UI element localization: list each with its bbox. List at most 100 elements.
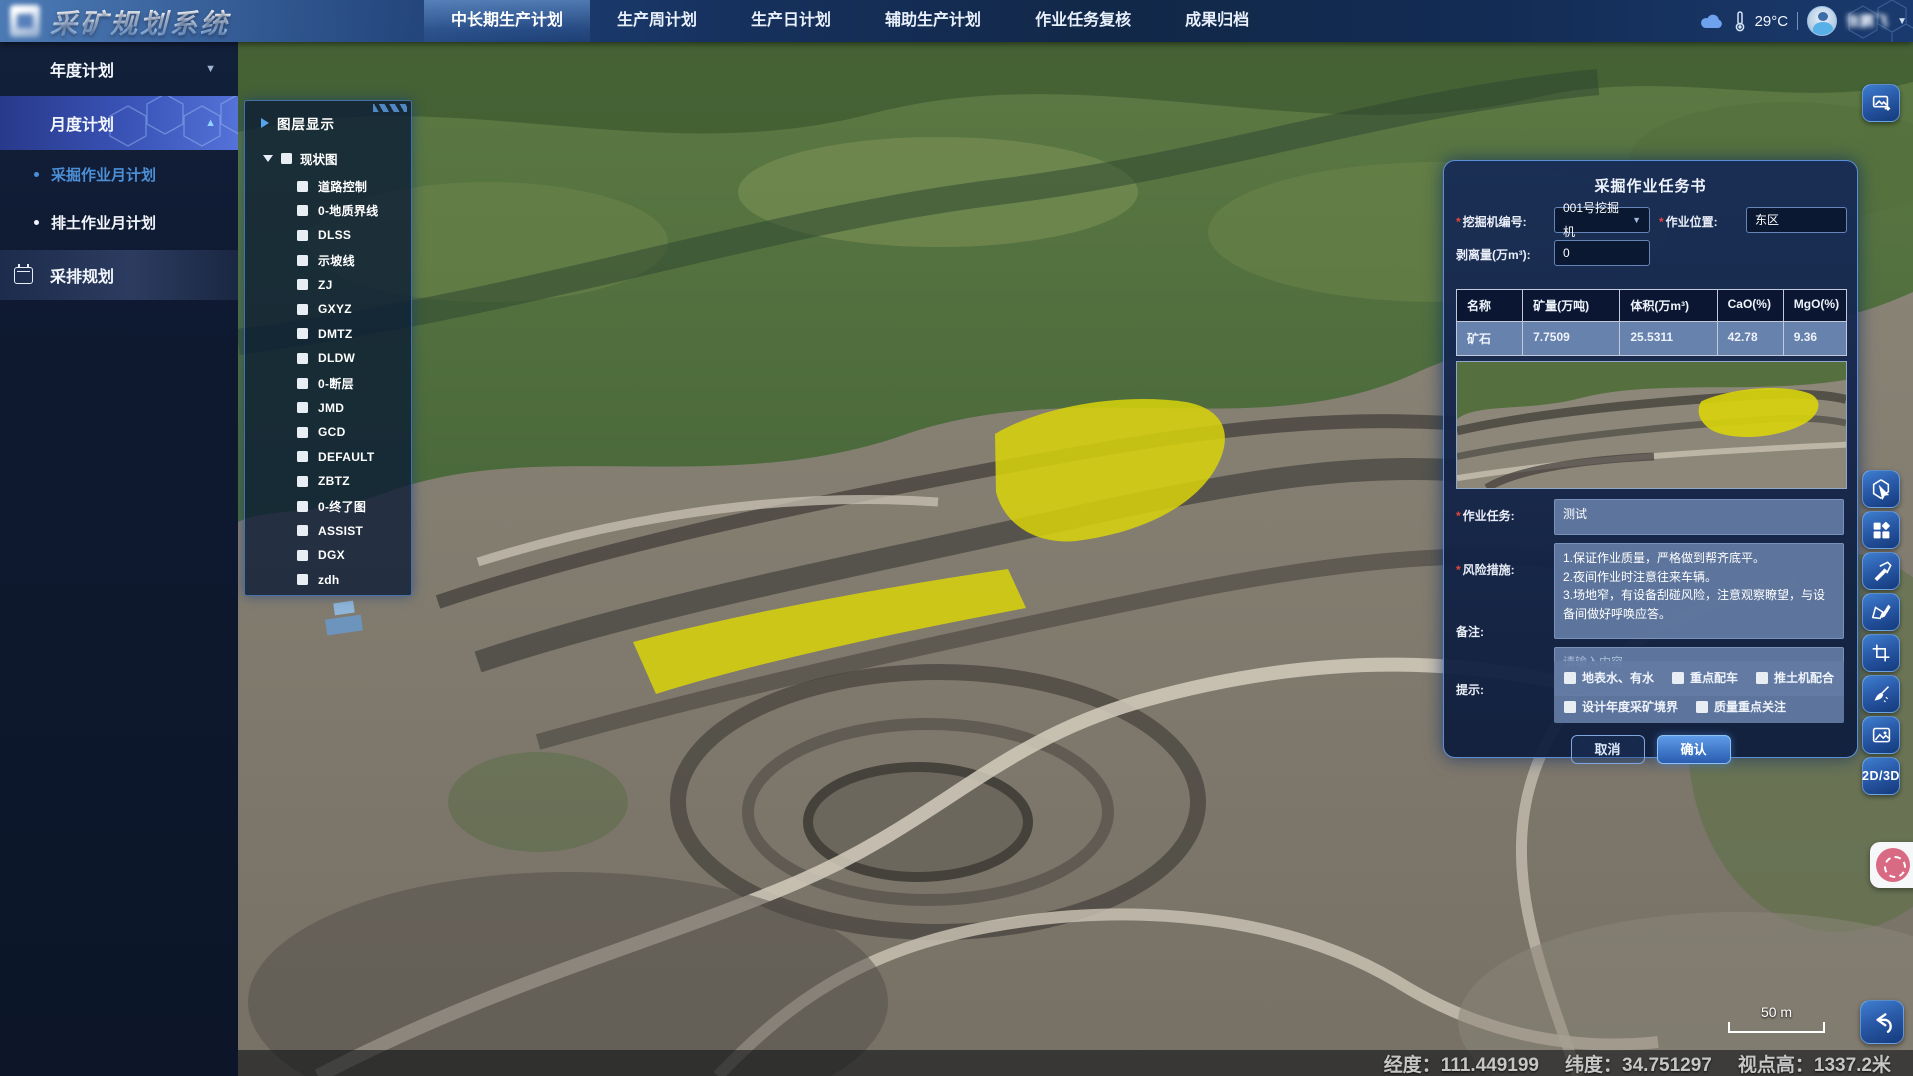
cell-ore-amount: 7.7509: [1523, 322, 1620, 355]
layer-item[interactable]: ZJ: [245, 272, 411, 297]
strip-volume-input[interactable]: 0: [1554, 240, 1650, 266]
tip-checkbox[interactable]: [1696, 701, 1708, 713]
clear-tool-button[interactable]: [1862, 675, 1900, 713]
compass-widget[interactable]: [1870, 842, 1913, 888]
layer-checkbox[interactable]: [297, 230, 308, 241]
layer-item[interactable]: ZBTZ: [245, 469, 411, 494]
layer-checkbox[interactable]: [297, 279, 308, 290]
excavator-label: *挖掘机编号:: [1456, 213, 1527, 230]
layer-item[interactable]: DMTZ: [245, 322, 411, 347]
tip-surface-water[interactable]: 地表水、有水: [1564, 669, 1654, 686]
tip-checkbox[interactable]: [1564, 672, 1576, 684]
location-input[interactable]: 东区: [1746, 207, 1847, 233]
select-3d-tool-button[interactable]: [1862, 470, 1900, 508]
toggle-2d3d-button[interactable]: 2D/3D: [1862, 757, 1900, 795]
tips-checkbox-group: 地表水、有水 重点配车 推土机配合 设计年度采矿境界 质量重点关注: [1554, 661, 1844, 723]
layer-item[interactable]: DLDW: [245, 346, 411, 371]
tip-key-truck[interactable]: 重点配车: [1672, 669, 1738, 686]
brand: 采矿规划系统: [10, 0, 236, 42]
layer-checkbox[interactable]: [297, 476, 308, 487]
imagery-tool-button[interactable]: [1862, 716, 1900, 754]
cancel-button[interactable]: 取消: [1571, 735, 1645, 764]
mining-planning-app: 采矿规划系统 中长期生产计划 生产周计划 生产日计划 辅助生产计划 作业任务复核…: [0, 0, 1913, 1076]
layer-item[interactable]: zdh: [245, 568, 411, 593]
layer-checkbox[interactable]: [297, 353, 308, 364]
blocks-tool-button[interactable]: [1862, 511, 1900, 549]
compass-disc-icon: [1876, 848, 1910, 882]
sidebar-item-annual-plan[interactable]: 年度计划 ▼: [0, 42, 238, 96]
layer-checkbox[interactable]: [297, 451, 308, 462]
layer-checkbox[interactable]: [297, 181, 308, 192]
layer-checkbox[interactable]: [297, 378, 308, 389]
scale-label: 50 m: [1728, 1004, 1825, 1020]
excavator-select[interactable]: 001号挖掘机 ▼: [1554, 207, 1650, 233]
user-name[interactable]: 张鹏飞: [1846, 11, 1888, 31]
layer-checkbox[interactable]: [297, 255, 308, 266]
tip-annual-boundary[interactable]: 设计年度采矿境界: [1564, 698, 1678, 715]
risk-textarea[interactable]: 1.保证作业质量，严格做到帮齐底平。 2.夜间作业时注意往来车辆。 3.场地窄，…: [1554, 543, 1844, 639]
tip-bulldozer[interactable]: 推土机配合: [1756, 669, 1834, 686]
sidebar-item-label: 排土作业月计划: [51, 212, 156, 233]
layer-item[interactable]: 示坡线: [245, 248, 411, 273]
layer-checkbox[interactable]: [297, 402, 308, 413]
layer-checkbox[interactable]: [297, 427, 308, 438]
layer-item[interactable]: 0-断层: [245, 371, 411, 396]
user-avatar[interactable]: [1807, 6, 1837, 36]
tab-midlongterm-plan[interactable]: 中长期生产计划: [424, 0, 590, 42]
crop-tool-button[interactable]: [1862, 634, 1900, 672]
layer-item[interactable]: DEFAULT: [245, 445, 411, 470]
table-header-row: 名称 矿量(万吨) 体积(万m³) CaO(%) MgO(%): [1457, 290, 1846, 322]
layer-item[interactable]: ASSIST: [245, 518, 411, 543]
table-row[interactable]: 矿石 7.7509 25.5311 42.78 9.36: [1457, 322, 1846, 355]
tab-archive[interactable]: 成果归档: [1158, 0, 1276, 42]
tip-checkbox[interactable]: [1564, 701, 1576, 713]
snapshot-export-button[interactable]: [1862, 84, 1900, 122]
col-header: 矿量(万吨): [1523, 290, 1620, 322]
layer-checkbox[interactable]: [297, 328, 308, 339]
layer-checkbox[interactable]: [297, 525, 308, 536]
layer-item[interactable]: JMD: [245, 395, 411, 420]
tip-quality-focus[interactable]: 质量重点关注: [1696, 698, 1786, 715]
task-label: *作业任务:: [1456, 507, 1515, 524]
layer-checkbox[interactable]: [297, 205, 308, 216]
sidebar-item-monthly-plan[interactable]: 月度计划 ▲: [0, 96, 238, 150]
draw-tool-button[interactable]: [1862, 552, 1900, 590]
tip-checkbox[interactable]: [1672, 672, 1684, 684]
layer-item[interactable]: 0-地质界线: [245, 199, 411, 224]
excavation-task-form-panel: 采掘作业任务书 *挖掘机编号: 001号挖掘机 ▼ *作业位置: 东区 剥离量(…: [1443, 160, 1858, 758]
layer-checkbox[interactable]: [297, 550, 308, 561]
map-3d-viewport[interactable]: 图层显示 现状图 道路控制 0-地质界线 DLSS 示坡线 ZJ GXYZ DM…: [238, 42, 1913, 1076]
layer-checkbox[interactable]: [297, 501, 308, 512]
layer-tree-root[interactable]: 现状图: [245, 141, 411, 172]
layer-item[interactable]: GXYZ: [245, 297, 411, 322]
polygon-edit-tool-button[interactable]: [1862, 593, 1900, 631]
tree-expand-icon[interactable]: [263, 155, 273, 162]
tab-task-review[interactable]: 作业任务复核: [1008, 0, 1158, 42]
layer-item[interactable]: 0-终了图: [245, 494, 411, 519]
app-logo-icon: [10, 5, 40, 37]
tip-checkbox[interactable]: [1756, 672, 1768, 684]
task-textarea[interactable]: 测试: [1554, 499, 1844, 535]
back-arrow-icon: [1869, 1009, 1895, 1035]
sidebar-item-excavation-monthly[interactable]: 采掘作业月计划: [0, 150, 238, 198]
layer-root-checkbox[interactable]: [281, 153, 292, 164]
layer-item[interactable]: GCD: [245, 420, 411, 445]
user-menu-chevron-down-icon[interactable]: ▼: [1897, 16, 1907, 27]
layer-item[interactable]: DGX: [245, 543, 411, 568]
longitude-label: 经度：: [1384, 1055, 1441, 1076]
layer-checkbox[interactable]: [297, 574, 308, 585]
layer-item[interactable]: DLSS: [245, 223, 411, 248]
col-header: CaO(%): [1718, 290, 1784, 322]
required-asterisk: *: [1456, 215, 1461, 229]
broom-icon: [1871, 684, 1892, 705]
confirm-button[interactable]: 确认: [1657, 735, 1731, 764]
sidebar-item-mining-dumping-planning[interactable]: 采排规划: [0, 250, 238, 300]
tab-daily-plan[interactable]: 生产日计划: [724, 0, 858, 42]
sidebar-item-dumping-monthly[interactable]: 排土作业月计划: [0, 198, 238, 246]
layer-checkbox[interactable]: [297, 304, 308, 315]
layer-item[interactable]: 道路控制: [245, 174, 411, 199]
risk-label: *风险措施:: [1456, 561, 1515, 578]
tab-weekly-plan[interactable]: 生产周计划: [590, 0, 724, 42]
back-button[interactable]: [1860, 1000, 1904, 1044]
tab-auxiliary-plan[interactable]: 辅助生产计划: [858, 0, 1008, 42]
